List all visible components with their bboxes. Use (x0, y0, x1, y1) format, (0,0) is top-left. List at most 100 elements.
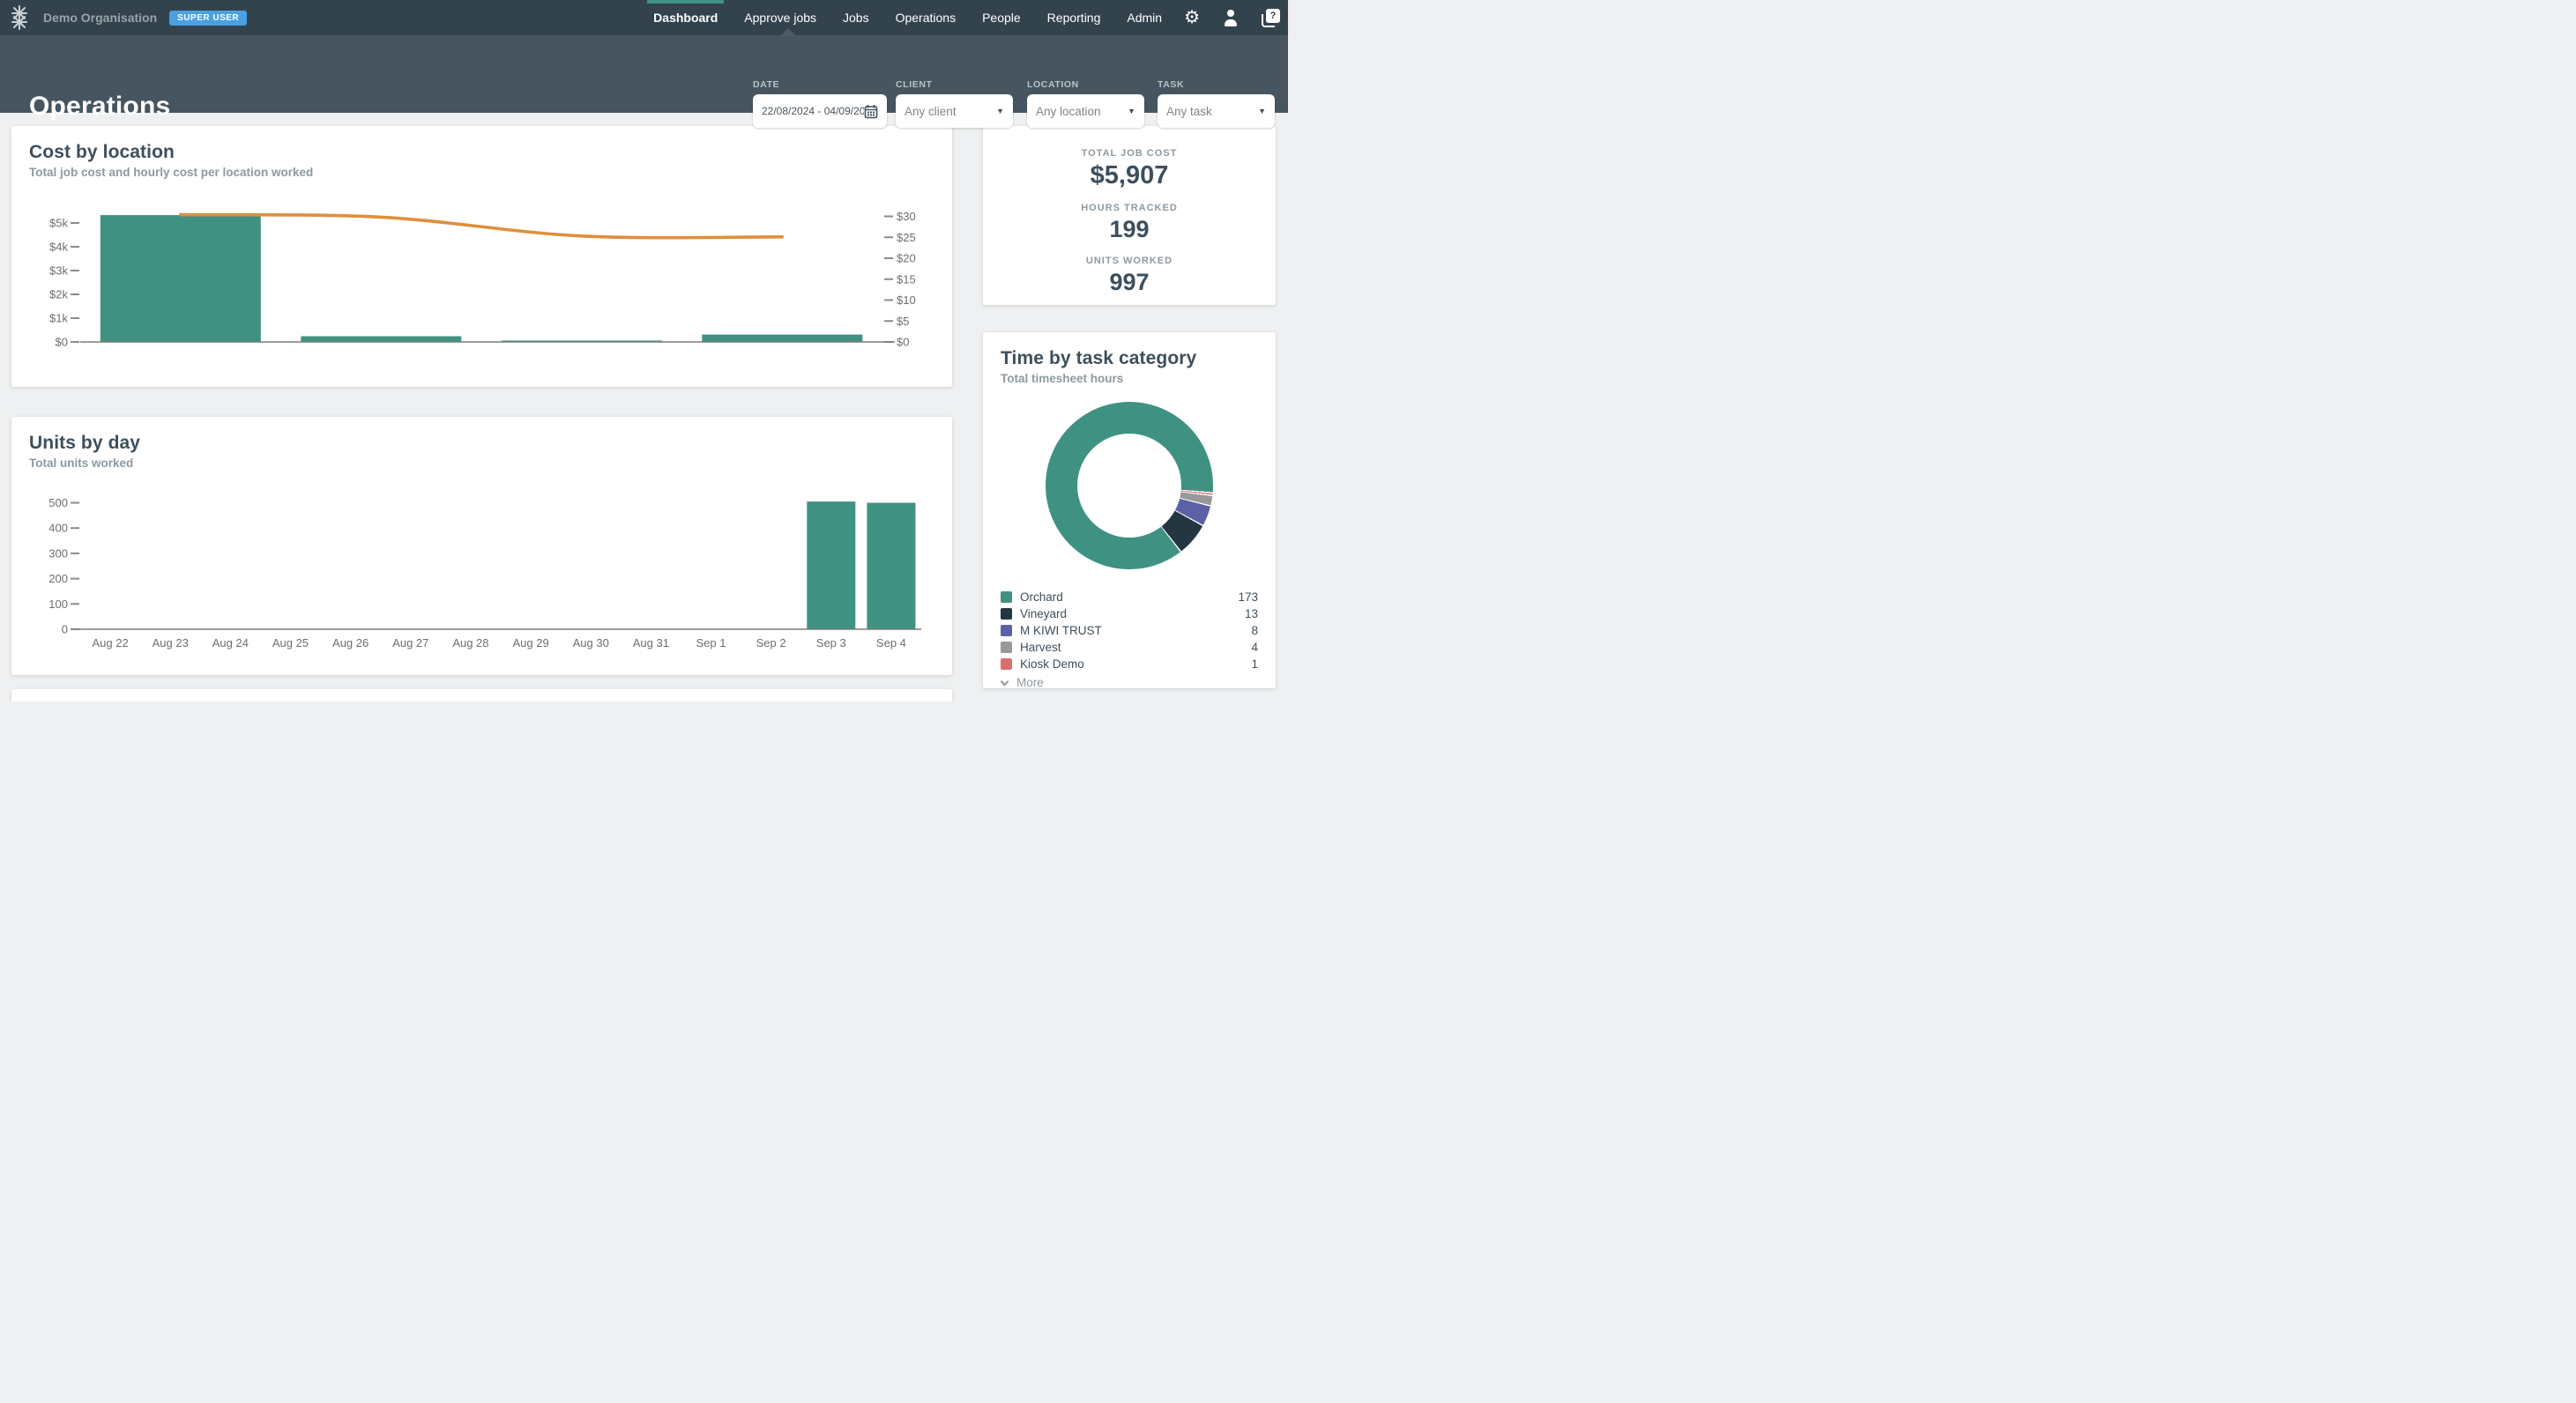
nav-item-operations[interactable]: Operations (896, 0, 956, 35)
next-card-peek (11, 689, 952, 702)
svg-text:$30: $30 (897, 210, 916, 223)
legend-item: M KIWI TRUST8 (1001, 622, 1258, 639)
legend-item-label: Orchard (1020, 590, 1238, 604)
task-filter: TASK Any task ▼ (1158, 79, 1275, 128)
nav-item-people[interactable]: People (982, 0, 1021, 35)
legend-item-value: 173 (1238, 590, 1258, 604)
svg-text:Aug 23: Aug 23 (153, 636, 189, 650)
legend-swatch (1001, 642, 1012, 653)
svg-text:Sep 4: Sep 4 (876, 636, 906, 650)
svg-text:$0: $0 (897, 336, 909, 349)
operations-dashboard: Demo Organisation SUPER USER Dashboard A… (0, 0, 1288, 702)
chevron-down-icon: ▼ (1258, 107, 1266, 115)
task-select-value: Any task (1166, 105, 1253, 118)
units-by-day-card: Units by day Total units worked 0 100 200 3… (11, 417, 952, 675)
svg-text:$0: $0 (56, 336, 68, 349)
svg-text:$25: $25 (897, 231, 916, 244)
svg-text:$10: $10 (897, 293, 916, 307)
legend-swatch (1001, 625, 1012, 636)
svg-text:$1k: $1k (49, 312, 68, 325)
cost-chart-subtitle: Total job cost and hourly cost per locat… (29, 166, 934, 179)
legend-item: Vineyard13 (1001, 605, 1258, 622)
donut-hole (1077, 434, 1181, 538)
active-tab-notch (780, 28, 796, 36)
donut-legend: Orchard173Vineyard13M KIWI TRUST8Harvest… (983, 589, 1276, 689)
location-filter: LOCATION Any location ▼ (1027, 79, 1144, 128)
svg-text:Aug 24: Aug 24 (212, 636, 249, 650)
svg-text:200: 200 (48, 572, 68, 585)
legend-swatch (1001, 658, 1012, 670)
chevron-down-icon: ▼ (996, 107, 1004, 115)
organisation-name: Demo Organisation (43, 11, 157, 25)
legend-item-value: 8 (1251, 624, 1258, 637)
chevron-down-icon: ▼ (1128, 107, 1135, 115)
svg-text:Sep 3: Sep 3 (816, 636, 846, 650)
svg-text:400: 400 (48, 522, 68, 535)
legend-item-value: 13 (1245, 607, 1258, 620)
nav-item-admin[interactable]: Admin (1127, 0, 1162, 35)
legend-swatch (1001, 608, 1012, 620)
location-filter-label: LOCATION (1027, 79, 1144, 90)
app-logo-icon[interactable] (8, 5, 31, 30)
nav-item-reporting[interactable]: Reporting (1047, 0, 1101, 35)
svg-text:$4k: $4k (49, 241, 68, 254)
svg-text:$3k: $3k (49, 264, 68, 278)
legend-swatch (1001, 591, 1012, 603)
legend-more-button[interactable]: More (1001, 672, 1258, 689)
date-filter-label: DATE (753, 79, 887, 90)
legend-item-value: 1 (1251, 657, 1258, 671)
svg-text:$2k: $2k (49, 288, 68, 301)
summary-stats-card: TOTAL JOB COST $5,907 HOURS TRACKED 199 … (983, 126, 1276, 305)
account-person-icon[interactable] (1222, 0, 1240, 35)
legend-item-label: Kiosk Demo (1020, 657, 1251, 671)
client-select[interactable]: Any client ▼ (896, 94, 1013, 128)
location-select[interactable]: Any location ▼ (1027, 94, 1144, 128)
nav-item-jobs[interactable]: Jobs (843, 0, 869, 35)
cost-chart-title: Cost by location (29, 142, 934, 163)
svg-text:Aug 27: Aug 27 (392, 636, 428, 650)
main-nav: Dashboard Approve jobs Jobs Operations P… (627, 0, 1288, 35)
svg-text:100: 100 (48, 598, 68, 611)
svg-text:Aug 28: Aug 28 (452, 636, 488, 650)
calendar-icon[interactable] (864, 104, 878, 119)
date-filter: DATE (753, 79, 887, 128)
svg-text:$15: $15 (897, 272, 916, 286)
task-select[interactable]: Any task ▼ (1158, 94, 1275, 128)
total-job-cost-label: TOTAL JOB COST (1082, 148, 1178, 159)
donut-chart-title: Time by task category (1001, 348, 1258, 369)
svg-text:$20: $20 (897, 252, 916, 265)
units-chart-subtitle: Total units worked (29, 457, 934, 470)
location-select-value: Any location (1036, 105, 1122, 118)
hours-tracked-value: 199 (1109, 216, 1149, 243)
legend-more-label: More (1016, 676, 1044, 689)
legend-item: Harvest4 (1001, 639, 1258, 656)
page-header: Operations DATE CLIENT (0, 35, 1288, 113)
time-by-task-category-card: Time by task category Total timesheet ho… (983, 332, 1276, 688)
client-filter-label: CLIENT (896, 79, 1013, 90)
date-range-value[interactable] (762, 105, 864, 117)
date-range-input[interactable] (753, 94, 887, 128)
units-worked-label: UNITS WORKED (1086, 256, 1173, 266)
svg-text:Aug 31: Aug 31 (633, 636, 669, 650)
page-title: Operations (29, 92, 170, 122)
nav-item-dashboard[interactable]: Dashboard (653, 0, 718, 35)
svg-text:Aug 22: Aug 22 (92, 636, 128, 650)
settings-gear-icon[interactable]: ⚙ (1184, 0, 1200, 35)
help-icon[interactable]: ? (1262, 0, 1280, 35)
svg-text:Aug 25: Aug 25 (272, 636, 309, 650)
client-select-value: Any client (905, 105, 991, 118)
svg-text:0: 0 (62, 623, 68, 636)
legend-item-label: Harvest (1020, 641, 1251, 654)
client-filter: CLIENT Any client ▼ (896, 79, 1013, 128)
svg-text:300: 300 (48, 546, 68, 560)
svg-text:Aug 26: Aug 26 (332, 636, 369, 650)
donut-chart (1046, 402, 1213, 569)
legend-item-label: Vineyard (1020, 607, 1245, 620)
legend-item-label: M KIWI TRUST (1020, 624, 1251, 637)
units-worked-value: 997 (1109, 269, 1149, 296)
svg-text:Sep 1: Sep 1 (696, 636, 726, 650)
donut-chart-subtitle: Total timesheet hours (1001, 372, 1258, 385)
units-by-day-chart: 0100200300400500Aug 22Aug 23Aug 24Aug 25… (29, 476, 934, 665)
units-chart-title: Units by day (29, 433, 934, 454)
legend-item: Orchard173 (1001, 589, 1258, 605)
